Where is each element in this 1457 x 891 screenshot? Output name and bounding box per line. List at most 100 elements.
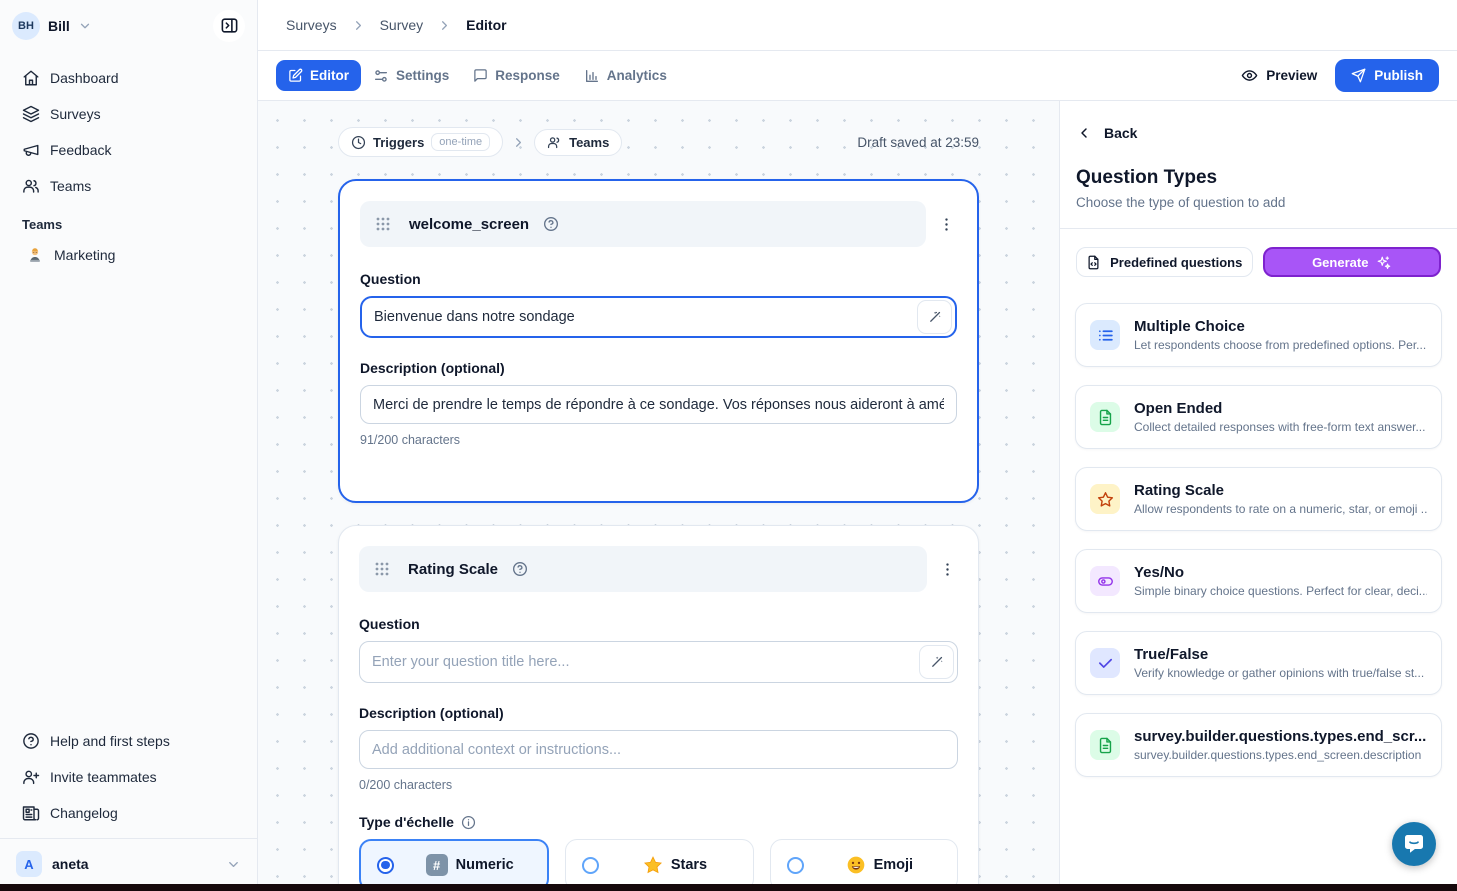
toggle-icon	[1090, 566, 1120, 596]
tab-settings[interactable]: Settings	[361, 60, 461, 92]
question-label: Question	[360, 271, 957, 287]
tab-label: Settings	[396, 68, 449, 83]
chat-bubble-icon	[1402, 832, 1426, 856]
panel-right-icon	[220, 16, 239, 35]
card-title: Rating Scale	[408, 561, 498, 578]
breadcrumb-survey[interactable]: Survey	[380, 17, 424, 33]
sidebar-item-marketing[interactable]: Marketing	[12, 238, 245, 272]
workspace-switcher[interactable]: BH Bill	[0, 0, 257, 51]
home-icon	[22, 69, 40, 87]
description-label: Description (optional)	[359, 705, 958, 721]
sidebar-item-feedback[interactable]: Feedback	[12, 133, 245, 167]
survey-flow-bar: Triggers one-time Teams Draft saved at 2…	[338, 127, 979, 157]
breadcrumb-surveys[interactable]: Surveys	[286, 17, 337, 33]
layers-icon	[22, 105, 40, 123]
preview-button[interactable]: Preview	[1241, 67, 1317, 84]
star-icon	[1090, 484, 1120, 514]
card-menu-button[interactable]	[936, 214, 957, 235]
description-input[interactable]	[361, 397, 956, 413]
card-drag-strip[interactable]: Rating Scale	[359, 546, 927, 592]
back-button[interactable]: Back	[1060, 101, 1457, 141]
question-types-panel: Back Question Types Choose the type of q…	[1059, 101, 1457, 891]
type-card-multiple-choice[interactable]: Multiple Choice Let respondents choose f…	[1075, 303, 1442, 367]
card-header: Rating Scale	[359, 546, 958, 592]
card-drag-strip[interactable]: welcome_screen	[360, 201, 926, 247]
scale-type-label: Type d'échelle	[359, 814, 454, 830]
draft-status: Draft saved at 23:59	[857, 135, 979, 150]
sidebar-item-label: Feedback	[50, 142, 111, 158]
magic-wand-button[interactable]	[917, 300, 952, 334]
sidebar-item-help[interactable]: Help and first steps	[12, 724, 245, 758]
predefined-questions-button[interactable]: Predefined questions	[1076, 247, 1253, 277]
bar-chart-icon	[584, 68, 600, 84]
sidebar-item-label: Changelog	[50, 805, 118, 821]
question-card-welcome-screen[interactable]: welcome_screen Question	[338, 179, 979, 503]
type-title: Rating Scale	[1134, 482, 1427, 499]
survey-editor-app: BH Bill Dashboard Surveys Feedb	[0, 0, 1457, 891]
description-input-wrap	[360, 385, 957, 424]
one-time-badge: one-time	[431, 133, 490, 151]
number-key-icon: #	[426, 854, 448, 876]
chat-widget-button[interactable]	[1392, 822, 1436, 866]
triggers-chip[interactable]: Triggers one-time	[338, 127, 503, 157]
description-input-wrap	[359, 730, 958, 769]
card-menu-button[interactable]	[937, 559, 958, 580]
publish-button[interactable]: Publish	[1335, 59, 1439, 92]
description-input[interactable]	[360, 742, 957, 758]
radio-unchecked	[787, 857, 804, 874]
chevron-down-icon	[226, 857, 241, 872]
question-input[interactable]	[360, 654, 919, 670]
type-card-rating-scale[interactable]: Rating Scale Allow respondents to rate o…	[1075, 467, 1442, 531]
message-square-icon	[473, 68, 488, 83]
sidebar-collapse-button[interactable]	[213, 10, 245, 42]
star-emoji-icon	[643, 855, 663, 875]
help-circle-icon[interactable]	[543, 216, 559, 232]
sidebar-item-changelog[interactable]: Changelog	[12, 796, 245, 830]
file-code-icon	[1086, 255, 1101, 270]
users-icon	[547, 135, 562, 150]
sidebar-item-label: Help and first steps	[50, 733, 170, 749]
type-card-end-screen[interactable]: survey.builder.questions.types.end_scr..…	[1075, 713, 1442, 777]
users-icon	[22, 177, 40, 195]
check-icon	[1090, 648, 1120, 678]
help-circle-icon[interactable]	[512, 561, 528, 577]
pencil-edit-icon	[288, 68, 303, 83]
type-card-open-ended[interactable]: Open Ended Collect detailed responses wi…	[1075, 385, 1442, 449]
type-card-yes-no[interactable]: Yes/No Simple binary choice questions. P…	[1075, 549, 1442, 613]
question-field: Question	[360, 271, 957, 338]
breadcrumb: Surveys Survey Editor	[258, 0, 1457, 51]
sidebar-item-teams[interactable]: Teams	[12, 169, 245, 203]
chevron-right-icon	[511, 135, 526, 150]
send-icon	[1351, 68, 1366, 83]
scale-option-label: Numeric	[456, 857, 514, 873]
tab-label: Response	[495, 68, 560, 83]
type-description: Collect detailed responses with free-for…	[1134, 420, 1425, 434]
generate-button[interactable]: Generate	[1263, 247, 1442, 277]
sidebar-item-invite[interactable]: Invite teammates	[12, 760, 245, 794]
question-input-wrap	[360, 296, 957, 338]
sidebar-item-surveys[interactable]: Surveys	[12, 97, 245, 131]
scale-type-field: Type d'échelle # Numeric	[359, 814, 958, 891]
tab-analytics[interactable]: Analytics	[572, 60, 679, 92]
question-input[interactable]	[362, 309, 917, 325]
panel-actions: Predefined questions Generate	[1060, 229, 1457, 285]
publish-label: Publish	[1374, 68, 1423, 83]
teams-chip[interactable]: Teams	[534, 129, 622, 156]
workspace-avatar: BH	[12, 12, 40, 40]
scale-option-label: Stars	[671, 857, 707, 873]
tab-label: Analytics	[607, 68, 667, 83]
generate-label: Generate	[1312, 255, 1368, 270]
question-card-rating-scale[interactable]: Rating Scale Question	[338, 525, 979, 891]
type-title: survey.builder.questions.types.end_scr..…	[1134, 728, 1426, 745]
sidebar-item-dashboard[interactable]: Dashboard	[12, 61, 245, 95]
breadcrumb-editor[interactable]: Editor	[466, 17, 506, 33]
megaphone-icon	[22, 141, 40, 159]
description-label: Description (optional)	[360, 360, 957, 376]
type-title: Open Ended	[1134, 400, 1425, 417]
type-card-true-false[interactable]: True/False Verify knowledge or gather op…	[1075, 631, 1442, 695]
wand-sparkles-icon	[927, 310, 942, 325]
magic-wand-button[interactable]	[919, 645, 954, 679]
user-plus-icon	[22, 768, 40, 786]
tab-editor[interactable]: Editor	[276, 60, 361, 91]
tab-response[interactable]: Response	[461, 60, 572, 91]
